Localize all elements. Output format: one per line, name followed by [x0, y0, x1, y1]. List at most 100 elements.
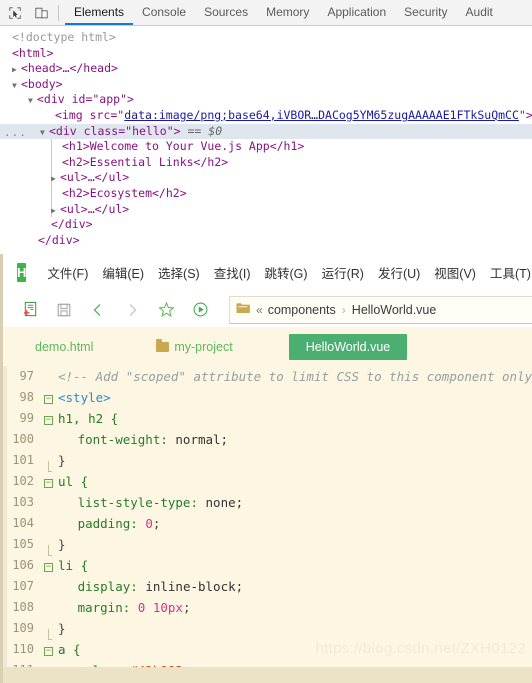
dom-row-div-close-outer[interactable]: </div>	[0, 233, 532, 249]
code-line-106[interactable]: 106 − li {	[3, 555, 532, 576]
code-text: ul {	[58, 474, 89, 489]
line-number: 106	[12, 558, 34, 572]
code-line-101[interactable]: 101 }	[3, 450, 532, 472]
fold-minus-icon[interactable]: −	[44, 395, 53, 404]
menu-bar: H 文件(F) 编辑(E) 选择(S) 查找(I) 跳转(G) 运行(R) 发行…	[3, 254, 532, 292]
code-line-98[interactable]: 98 − <style>	[3, 387, 532, 408]
dom-row-img[interactable]: <img src="data:image/png;base64,iVBOR…DA…	[0, 108, 532, 124]
body-open-tag: <body>	[21, 76, 63, 91]
menu-select[interactable]: 选择(S)	[151, 263, 207, 282]
code-text-wrapper: display: inline-block;	[56, 576, 244, 597]
code-line-99[interactable]: 99 − h1, h2 {	[3, 408, 532, 429]
img-tag-prefix: <img src="	[55, 107, 125, 122]
save-icon[interactable]	[47, 296, 81, 324]
code-editor[interactable]: 97 <!-- Add "scoped" attribute to limit …	[3, 366, 532, 683]
expand-triangle-expanded-icon[interactable]: ▼	[28, 93, 37, 108]
dom-row-ul-2[interactable]: ▶ <ul>…</ul>	[0, 202, 532, 218]
dom-row-body-open[interactable]: ▼ <body>	[0, 77, 532, 93]
fold-marker[interactable]: −	[41, 387, 56, 408]
tab-elements[interactable]: Elements	[65, 0, 134, 25]
code-line-103[interactable]: 103 list-style-type: none;	[3, 492, 532, 513]
inspect-element-icon[interactable]	[2, 1, 28, 25]
code-line-108[interactable]: 108 margin: 0 10px;	[3, 597, 532, 618]
fold-marker[interactable]: −	[41, 471, 56, 492]
h2-essential-node: <h2>Essential Links</h2>	[62, 154, 229, 169]
expand-triangle-expanded-icon[interactable]: ▼	[12, 78, 21, 93]
breadcrumb-item-components[interactable]: components	[268, 303, 336, 317]
div-hello-open-tag: <div class="hello">	[49, 123, 181, 138]
div-app-close-tag: </div>	[38, 232, 80, 247]
fold-minus-icon[interactable]: −	[44, 416, 53, 425]
forward-arrow-icon[interactable]	[115, 296, 149, 324]
fold-minus-icon[interactable]: −	[44, 479, 53, 488]
run-glyph	[193, 302, 207, 317]
more-options-icon[interactable]: ...	[4, 125, 27, 140]
tab-helloworld-vue[interactable]: HelloWorld.vue	[288, 333, 408, 360]
dom-tree[interactable]: <!doctype html> <html> ▶ <head>…</head> ▼…	[0, 26, 532, 248]
new-file-icon[interactable]	[13, 296, 47, 324]
back-arrow-icon[interactable]	[81, 296, 115, 324]
dom-row-h1[interactable]: <h1>Welcome to Your Vue.js App</h1>	[0, 139, 532, 155]
tab-console[interactable]: Console	[133, 0, 195, 25]
tab-my-project[interactable]: my-project	[156, 335, 233, 359]
code-line-102[interactable]: 102 − ul {	[3, 471, 532, 492]
device-toolbar-icon[interactable]	[28, 1, 54, 25]
code-text: li {	[58, 558, 89, 573]
dom-row-div-app[interactable]: ▼ <div id="app">	[0, 92, 532, 108]
dom-row-html-open[interactable]: <html>	[0, 46, 532, 62]
breadcrumb-separator-icon: ›	[341, 302, 346, 317]
code-line-110[interactable]: 110 − a {	[3, 639, 532, 660]
code-line-100[interactable]: 100 font-weight: normal;	[3, 429, 532, 450]
menu-goto[interactable]: 跳转(G)	[258, 263, 315, 282]
tab-audits[interactable]: Audit	[457, 0, 502, 25]
tab-security[interactable]: Security	[395, 0, 456, 25]
img-src-value[interactable]: data:image/png;base64,iVBOR…DACog5YM65zu…	[124, 108, 519, 122]
menu-edit[interactable]: 编辑(E)	[95, 263, 151, 282]
html-open-tag: <html>	[12, 45, 54, 60]
dom-row-div-close-inner[interactable]: </div>	[0, 217, 532, 233]
code-line-107[interactable]: 107 display: inline-block;	[3, 576, 532, 597]
menu-view[interactable]: 视图(V)	[427, 263, 483, 282]
breadcrumb[interactable]: « components › HelloWorld.vue	[229, 295, 532, 324]
code-line-104[interactable]: 104 padding: 0;	[3, 513, 532, 534]
h2-ecosystem-node: <h2>Ecosystem</h2>	[62, 185, 187, 200]
dom-row-div-hello-selected[interactable]: ... ▼ <div class="hello"> == $0	[0, 123, 532, 140]
code-line-109[interactable]: 109 }	[3, 618, 532, 640]
tab-memory[interactable]: Memory	[257, 0, 318, 25]
expand-triangle-collapsed-icon[interactable]: ▶	[51, 203, 60, 218]
tab-demo-html[interactable]: demo.html	[35, 335, 93, 359]
favorite-star-icon[interactable]	[149, 296, 183, 324]
dom-row-h2-ecosystem[interactable]: <h2>Ecosystem</h2>	[0, 186, 532, 202]
dom-row-h2-essential[interactable]: <h2>Essential Links</h2>	[0, 155, 532, 171]
menu-publish[interactable]: 发行(U)	[371, 263, 427, 282]
menu-find[interactable]: 查找(I)	[207, 263, 258, 282]
tab-application[interactable]: Application	[318, 0, 395, 25]
tab-sources[interactable]: Sources	[195, 0, 257, 25]
expand-triangle-collapsed-icon[interactable]: ▶	[12, 62, 21, 77]
code-line-97[interactable]: 97 <!-- Add "scoped" attribute to limit …	[3, 366, 532, 387]
css-property: margin:	[77, 600, 131, 615]
inspect-element-glyph	[9, 6, 21, 19]
run-icon[interactable]	[183, 296, 217, 324]
fold-minus-icon[interactable]: −	[44, 563, 53, 572]
line-number: 98	[19, 390, 34, 404]
dom-row-doctype[interactable]: <!doctype html>	[0, 30, 532, 46]
code-text: h1, h2 {	[58, 411, 119, 426]
fold-marker[interactable]: −	[41, 555, 56, 576]
breadcrumb-overflow-icon[interactable]: «	[256, 303, 263, 317]
expand-triangle-expanded-icon[interactable]: ▼	[40, 125, 49, 140]
breadcrumb-item-helloworld[interactable]: HelloWorld.vue	[352, 303, 437, 317]
dom-row-head[interactable]: ▶ <head>…</head>	[0, 61, 532, 77]
code-line-105[interactable]: 105 }	[3, 534, 532, 556]
editor-tab-bar: demo.html my-project HelloWorld.vue	[3, 327, 532, 366]
fold-minus-icon[interactable]: −	[44, 647, 53, 656]
menu-tools[interactable]: 工具(T)	[483, 263, 532, 282]
fold-marker[interactable]: −	[41, 639, 56, 660]
dom-row-ul-1[interactable]: ▶ <ul>…</ul>	[0, 170, 532, 186]
expand-triangle-collapsed-icon[interactable]: ▶	[51, 171, 60, 186]
menu-run[interactable]: 运行(R)	[315, 263, 371, 282]
line-number: 109	[12, 621, 34, 635]
menu-file[interactable]: 文件(F)	[40, 263, 95, 282]
fold-marker[interactable]: −	[41, 408, 56, 429]
folder-glyph	[236, 303, 250, 313]
